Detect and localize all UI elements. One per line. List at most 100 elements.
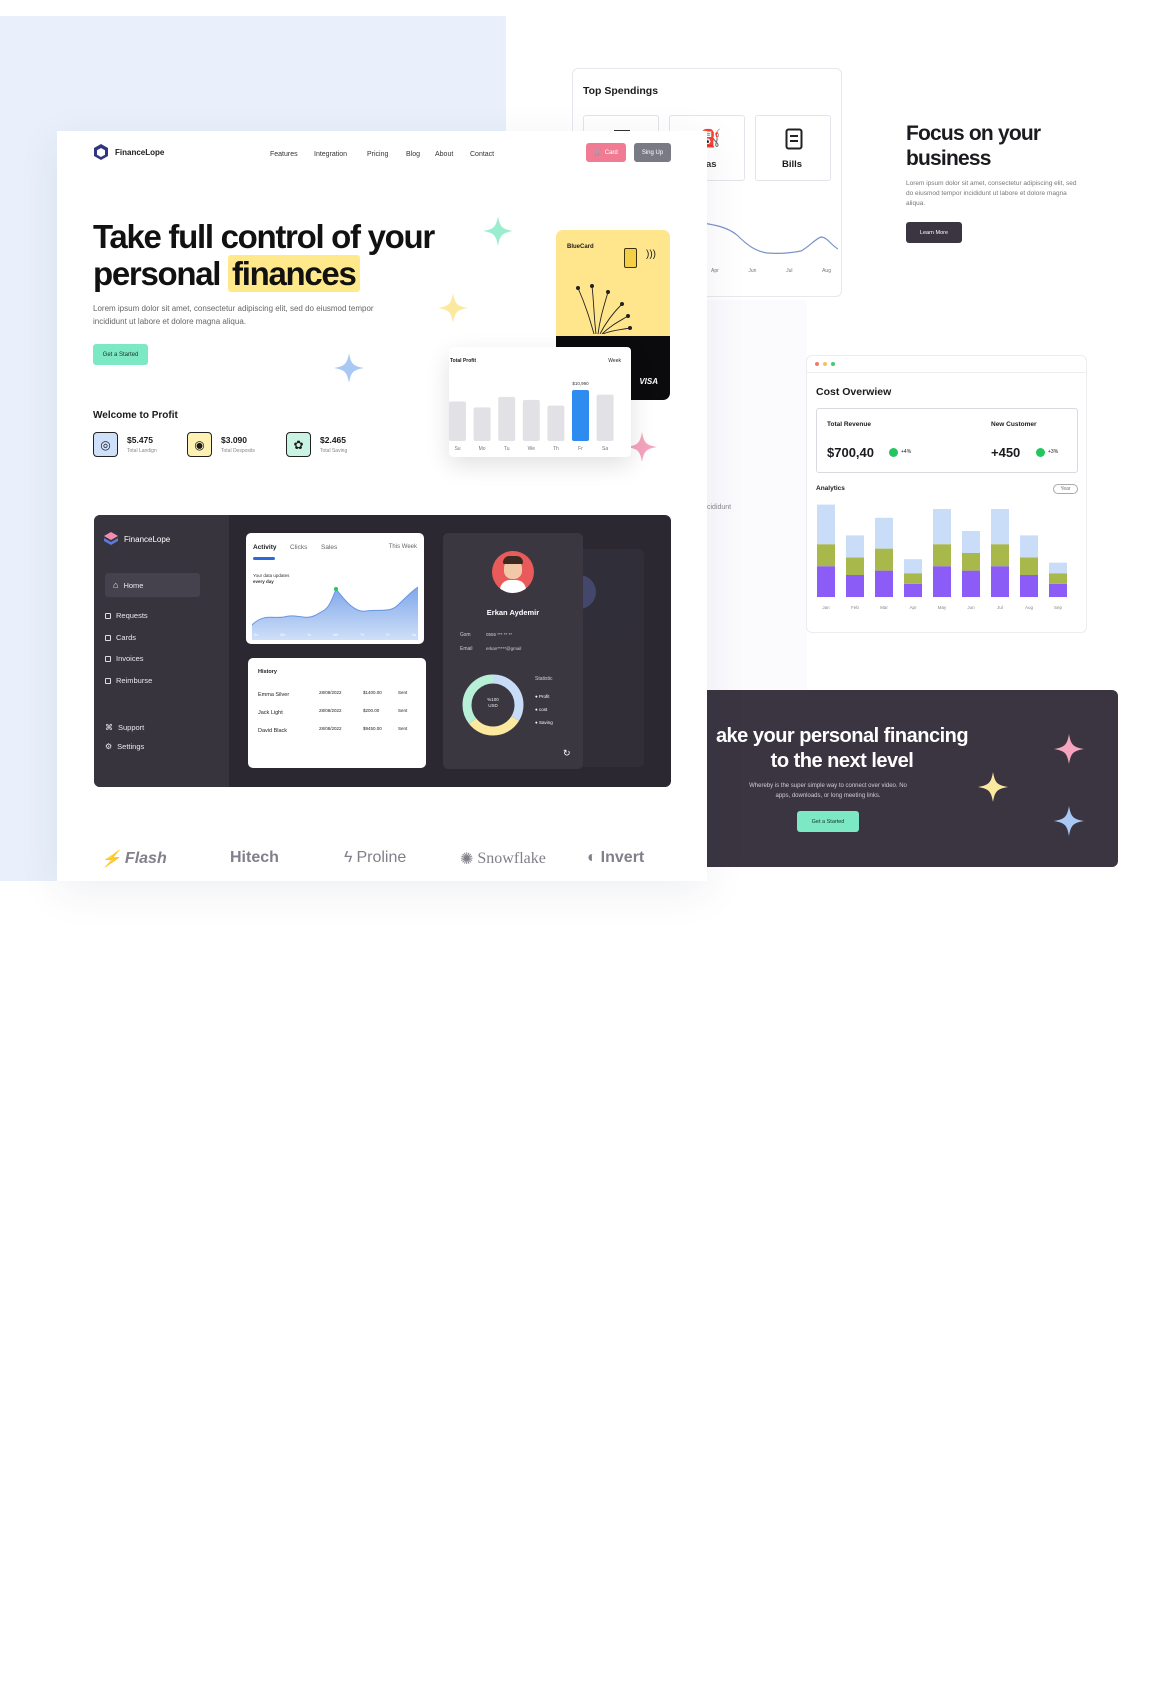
refresh-icon[interactable]: ↻ [563,748,571,759]
dashboard-sidebar: FinanceLope ⌂ Home Requests Cards Invoice… [94,515,229,787]
analytics-bar-segment [846,575,864,597]
sidebar-label: Cards [116,633,137,642]
tab-activity[interactable]: Activity [253,544,276,551]
history-amount: $200.00 [363,708,380,713]
tab-clicks[interactable]: Clicks [290,544,307,551]
nav-blog[interactable]: Blog [406,151,420,158]
divider [807,372,1086,373]
cta-title-line: to the next level [770,750,914,772]
brand-name: FinanceLope [115,147,165,157]
profit-period[interactable]: Week [608,358,621,364]
contactless-icon: ))) [646,249,656,260]
sparkle-mint-icon [483,216,513,246]
window-dots [815,362,835,366]
analytics-bar-segment [817,566,835,597]
stat-lending: ◎ $5.475 Total Landign [93,432,157,457]
bill-icon [785,128,803,150]
sidebar-item-requests[interactable]: Requests [105,611,148,620]
donut-center-line: USD [488,703,498,708]
bar-value-label: $10,990 [572,381,589,386]
chip-icon [624,248,637,268]
target-icon: ◎ [93,432,118,457]
sparkle-yellow-icon [978,772,1008,802]
month-label: May [938,605,947,610]
statistic-title: Statistic [535,676,553,682]
analytics-bar-segment [817,544,835,567]
dot [815,362,819,366]
analytics-bar-segment [875,570,893,597]
sidebar-item-support[interactable]: ⌘ Support [105,723,144,732]
sidebar-item-settings[interactable]: ⚙ Settings [105,742,144,751]
sparkle-yellow-icon [438,293,468,323]
logo-text: Hitech [230,849,279,866]
focus-text: Lorem ipsum dolor sit amet, consectetur … [906,180,1077,207]
focus-title: Focus on your business [906,121,1081,171]
learn-more-button[interactable]: Learn More [906,222,962,243]
legend-item: ● cost [535,707,548,712]
analytics-bar-segment [904,559,922,574]
history-date: 28/08/2022 [319,708,342,713]
visa-logo: VISA [639,377,658,386]
hair [503,556,523,564]
hero-get-started-button[interactable]: Get a Started [93,344,148,365]
profit-bar [449,401,466,441]
analytics-bar-segment [933,566,951,597]
hero-highlight-word: finances [228,255,360,292]
profit-bar-chart: Su Mo Tu We Th Fr $10,990 Sa [449,381,614,452]
logo-icon [94,144,108,160]
day-label: Tu [504,446,510,452]
analytics-bar-segment [817,504,835,545]
sidebar-item-invoices[interactable]: Invoices [105,654,144,663]
nav-features[interactable]: Features [270,151,298,158]
nav-integration[interactable]: Integration [314,151,347,158]
sidebar-item-reimburse[interactable]: Reimburse [105,676,152,685]
sidebar-item-cards[interactable]: Cards [105,633,136,642]
analytics-bar-segment [962,531,980,553]
invoices-icon [105,655,111,662]
cart-icon: 🛒 [594,150,602,156]
dashboard-preview: FinanceLope ⌂ Home Requests Cards Invoice… [94,515,671,787]
analytics-bar-segment [933,544,951,567]
piggy-icon: ✿ [286,432,311,457]
focus-title-line: Focus on your [906,122,1041,145]
activity-area-chart [252,586,418,640]
month-label: Jul [786,268,793,274]
cta-get-started-button[interactable]: Get a Started [797,811,859,832]
day-label: Fr [578,446,583,452]
day-label: Sa [602,446,608,452]
logo-icon [104,532,118,545]
analytics-bar-segment [875,517,893,549]
month-label: Feb [851,605,859,610]
analytics-bar-segment [1020,557,1038,575]
stat-label: Total Landign [127,448,157,454]
sidebar-item-home[interactable]: ⌂ Home [105,573,200,597]
bolt-icon: ϟ [344,849,353,866]
tab-sales[interactable]: Sales [321,544,337,551]
nav-contact[interactable]: Contact [470,151,494,158]
cart-button[interactable]: 🛒 Card [586,143,626,162]
avatar[interactable] [492,551,534,593]
up-icon [889,448,898,457]
revenue-label: Total Revenue [827,421,871,428]
hero-title-line: Take full control of your [93,218,435,255]
nav-pricing[interactable]: Pricing [367,151,388,158]
range-select[interactable]: Year [1053,484,1078,494]
showcase-canvas: Top Spendings ⛽ as Bills Apr Jun Jul Aug… [0,0,1150,1684]
analytics-bar-segment [962,570,980,597]
signup-button[interactable]: Sing Up [634,143,671,162]
spending-tile-bills[interactable]: Bills [755,115,831,181]
stat-label: Total Desposits [221,448,255,454]
up-icon [1036,448,1045,457]
profit-bar [572,389,589,441]
brand-logo[interactable]: FinanceLope [93,144,164,160]
gear-icon: ⚙ [105,742,113,751]
activity-period[interactable]: This Week [389,544,417,550]
nav-about[interactable]: About [435,151,453,158]
sidebar-label: Support [118,723,145,732]
history-name: David Black [258,728,288,734]
sidebar-label: Reimburse [116,676,153,685]
analytics-chart: Jan Feb Mar Apr May Jun Jul Aug Sep [817,504,1067,610]
hero-word: personal [93,255,221,292]
analytics-bar-segment [962,553,980,571]
profile-card: Erkan Aydemir Gsm 0555 *** ** ** Email e… [443,533,583,769]
